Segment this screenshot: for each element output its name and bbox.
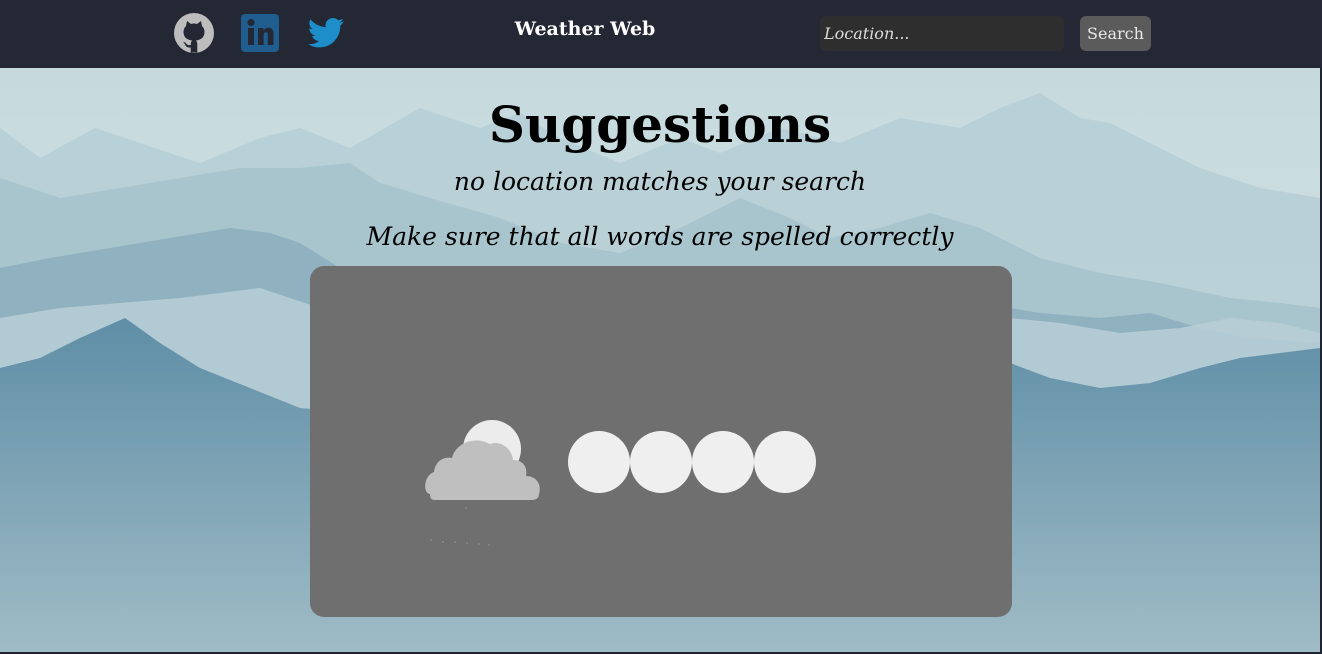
navbar: Weather Web Search [0, 0, 1322, 68]
linkedin-link[interactable] [240, 13, 280, 53]
loading-dot [754, 431, 816, 493]
twitter-link[interactable] [306, 13, 346, 53]
page-title: Suggestions [488, 95, 832, 154]
loading-dot [568, 431, 630, 493]
location-search-input[interactable] [820, 16, 1064, 51]
search-button[interactable]: Search [1080, 16, 1151, 51]
loading-dots [568, 431, 816, 493]
cloud-sun-rain-icon [425, 420, 540, 546]
no-match-message: no location matches your search [453, 167, 867, 196]
weather-web-page: Weather Web Search Suggestions no locati… [0, 0, 1322, 654]
github-link[interactable] [173, 12, 215, 54]
loading-dot [630, 431, 692, 493]
brand-title[interactable]: Weather Web [500, 18, 670, 40]
result-card [310, 266, 1012, 617]
spelling-tip: Make sure that all words are spelled cor… [366, 222, 954, 251]
twitter-icon [308, 18, 344, 48]
github-icon [174, 13, 214, 53]
linkedin-icon [241, 14, 279, 52]
loading-dot [692, 431, 754, 493]
